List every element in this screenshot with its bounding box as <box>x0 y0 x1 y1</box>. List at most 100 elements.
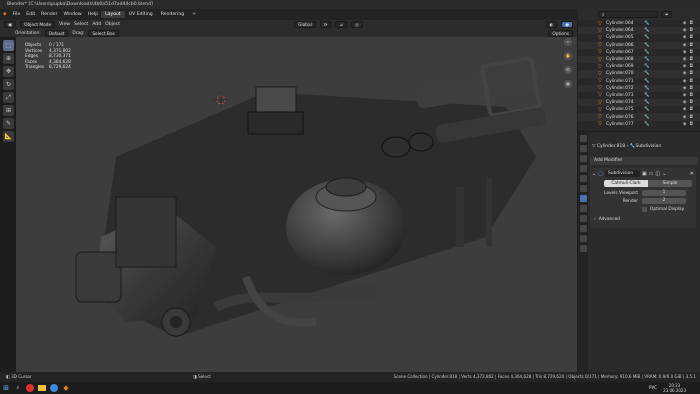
menu-file[interactable]: File <box>10 12 24 17</box>
advanced-section[interactable]: › Advanced <box>594 217 620 222</box>
output-tab-icon[interactable] <box>579 155 587 162</box>
visibility-eye-icon[interactable]: ◉◘ <box>683 57 696 62</box>
snap-toggle[interactable]: ⊿ <box>335 21 348 28</box>
optimal-display-checkbox[interactable] <box>642 207 647 212</box>
menu-edit[interactable]: Edit <box>23 12 38 17</box>
menu-render[interactable]: Render <box>38 12 60 17</box>
outliner-row[interactable]: ▽ Cylinder.075 🔧 ◉◘ <box>578 106 700 113</box>
render-toggle-icon[interactable]: ◫ <box>655 171 660 177</box>
outliner-row[interactable]: ▽ Cylinder.071 🔧 ◉◘ <box>578 78 700 85</box>
particles-tab-icon[interactable] <box>579 205 587 212</box>
outliner-row[interactable]: ▽ Cylinder.074 🔧 ◉◘ <box>578 99 700 107</box>
transform-tool-icon[interactable]: ⊞ <box>3 105 14 116</box>
add-modifier-button[interactable]: Add Modifier <box>590 157 698 165</box>
viewport-toggle-icon[interactable]: ▭ <box>649 171 654 177</box>
proportional-toggle[interactable]: ◎ <box>351 21 363 28</box>
measure-tool-icon[interactable]: 📐 <box>3 131 14 142</box>
outliner-search-field[interactable]: ⌕ <box>598 11 658 18</box>
collapse-chevron-icon[interactable]: ⌄ <box>592 171 596 177</box>
blender-logo-icon[interactable]: ◆ <box>0 12 10 17</box>
outliner-row[interactable]: ▽ Cylinder.072 🔧 ◉◘ <box>578 84 700 92</box>
select-box-tool-icon[interactable]: ⬚ <box>3 40 14 51</box>
outliner-row[interactable]: ▽ Cylinder.066 🔧 ◉◘ <box>578 41 700 49</box>
physics-tab-icon[interactable] <box>579 215 587 222</box>
outliner-row[interactable]: ▽ Cylinder.064 🔧 ◉◘ <box>578 20 700 27</box>
visibility-eye-icon[interactable]: ◉◘ <box>683 93 696 98</box>
pan-hand-icon[interactable]: ✋ <box>564 52 572 60</box>
constraints-tab-icon[interactable] <box>579 225 587 232</box>
data-tab-icon[interactable] <box>579 235 587 242</box>
outliner-row[interactable]: ▽ Cylinder.076 🔧 ◉◘ <box>578 113 700 121</box>
visibility-eye-icon[interactable]: ◉◘ <box>683 21 696 26</box>
visibility-eye-icon[interactable]: ◉◘ <box>683 122 696 127</box>
tab-uv-editing[interactable]: UV Editing <box>125 11 157 18</box>
outliner-row[interactable]: ▽ Cylinder.068 🔧 ◉◘ <box>578 55 700 64</box>
visibility-eye-icon[interactable]: ◉◘ <box>683 86 696 91</box>
object-tab-icon[interactable] <box>579 185 587 192</box>
grid-icon[interactable]: ▦ <box>564 80 572 88</box>
menu-view[interactable]: View <box>59 22 70 27</box>
outliner-row[interactable]: ▽ Cylinder.065 🔧 ◉◘ <box>578 34 700 41</box>
editor-type-button[interactable]: ▣ <box>4 21 17 28</box>
options-dropdown[interactable]: Options <box>548 29 573 37</box>
camera-icon[interactable]: ⎚ <box>564 66 572 74</box>
scene-tab-icon[interactable] <box>579 165 587 172</box>
visibility-eye-icon[interactable]: ◉◘ <box>683 28 696 33</box>
visibility-eye-icon[interactable]: ◉◘ <box>683 64 696 69</box>
outliner-row[interactable]: ▽ Cylinder.073 🔧 ◉◘ <box>578 92 700 99</box>
chrome-icon[interactable] <box>48 382 60 394</box>
visibility-eye-icon[interactable]: ◉◘ <box>683 115 696 120</box>
menu-help[interactable]: Help <box>85 12 101 17</box>
menu-object[interactable]: Object <box>105 22 120 27</box>
outliner-row[interactable]: ▽ Cylinder.077 🔧 ◉◘ <box>578 121 700 128</box>
viewport-overlays-button[interactable]: ◐ <box>545 21 558 28</box>
filter-icon[interactable]: ⏷ <box>661 11 673 18</box>
render-tab-icon[interactable] <box>579 145 587 152</box>
menu-select[interactable]: Select <box>74 22 88 27</box>
visibility-eye-icon[interactable]: ◉◘ <box>683 71 696 76</box>
blender-taskbar-icon[interactable]: ◆ <box>60 382 72 394</box>
render-levels-field[interactable]: 2 <box>642 198 686 204</box>
annotate-tool-icon[interactable]: ✎ <box>3 118 14 129</box>
zoom-icon[interactable]: ⌕ <box>564 38 572 46</box>
visibility-eye-icon[interactable]: ◉◘ <box>683 50 696 55</box>
visibility-eye-icon[interactable]: ◉◘ <box>683 79 696 84</box>
orientation-dropdown[interactable]: Default <box>44 29 69 37</box>
rotate-tool-icon[interactable]: ↻ <box>3 79 14 90</box>
outliner-row[interactable]: ▽ Cylinder.069 🔧 ◉◘ <box>578 63 700 70</box>
tool-tab-icon[interactable] <box>579 135 587 142</box>
tab-layout[interactable]: Layout <box>101 11 125 18</box>
3d-viewport[interactable] <box>16 37 577 372</box>
cursor-tool-icon[interactable]: ⊕ <box>3 53 14 64</box>
outliner-row[interactable]: ▽ Cylinder.064 🔧 ◉◘ <box>578 27 700 35</box>
tab-rendering[interactable]: Rendering <box>157 11 188 18</box>
outliner-row[interactable]: ▽ Cylinder.070 🔧 ◉◘ <box>578 70 700 78</box>
menu-window[interactable]: Window <box>61 12 85 17</box>
transform-orientation-dropdown[interactable]: Global <box>294 21 316 28</box>
visibility-eye-icon[interactable]: ◉◘ <box>683 43 696 48</box>
add-workspace-button[interactable]: + <box>188 11 200 18</box>
mode-dropdown[interactable]: Object Mode <box>20 21 56 28</box>
search-icon[interactable]: ⌕ <box>12 382 24 394</box>
remove-modifier-icon[interactable]: ✕ <box>690 171 694 177</box>
windows-start-icon[interactable]: ⊞ <box>0 382 12 394</box>
modifier-tab-icon[interactable] <box>579 195 587 202</box>
file-explorer-icon[interactable] <box>36 382 48 394</box>
visibility-eye-icon[interactable]: ◉◘ <box>683 107 696 112</box>
shading-solid-button[interactable]: ● <box>561 21 573 28</box>
clock[interactable]: 20:23 23.06.2023 <box>663 383 686 393</box>
pivot-dropdown[interactable]: ⟳ <box>319 21 332 28</box>
levels-viewport-field[interactable]: 1 <box>642 190 686 196</box>
drag-dropdown[interactable]: Select Box <box>88 29 119 37</box>
catmull-clark-option[interactable]: Catmull-Clark <box>604 180 648 187</box>
move-tool-icon[interactable]: ✥ <box>3 66 14 77</box>
edit-mode-toggle-icon[interactable]: ▣ <box>642 171 647 177</box>
scale-tool-icon[interactable]: ⤢ <box>3 92 14 103</box>
modifier-menu-icon[interactable]: ⌄ <box>662 171 666 177</box>
simple-option[interactable]: Simple <box>648 180 692 187</box>
outliner-row[interactable]: ▽ Cylinder.067 🔧 ◉◘ <box>578 49 700 56</box>
material-tab-icon[interactable] <box>579 245 587 252</box>
menu-add[interactable]: Add <box>92 22 101 27</box>
visibility-eye-icon[interactable]: ◉◘ <box>683 35 696 40</box>
yandex-browser-icon[interactable] <box>24 382 36 394</box>
